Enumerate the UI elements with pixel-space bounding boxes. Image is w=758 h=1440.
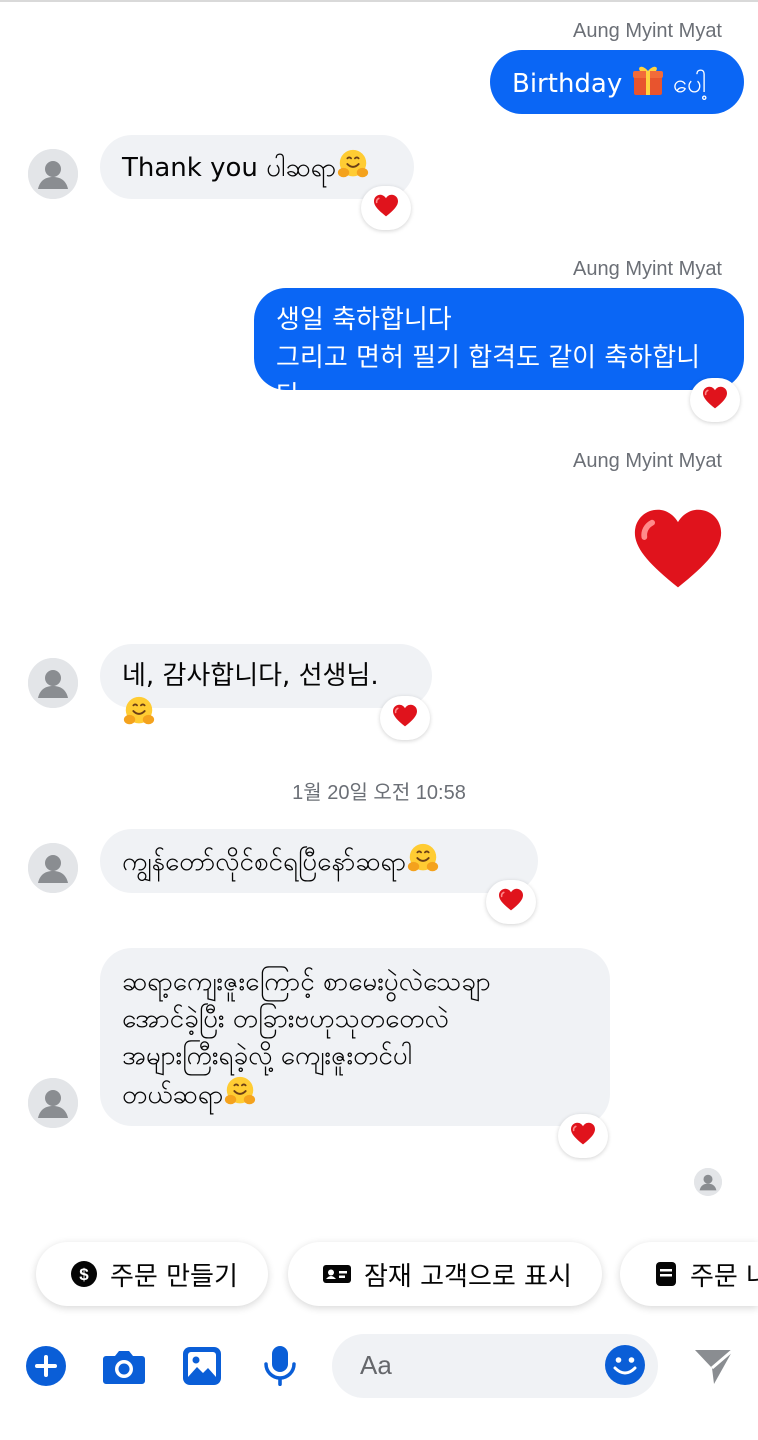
camera-icon (102, 1346, 146, 1390)
chip-label: 주문 만들기 (110, 1261, 238, 1292)
microphone-button[interactable] (256, 1344, 304, 1392)
hugging-face-icon (406, 842, 440, 887)
message-text: 네, 감사합니다, 선생님. (122, 661, 379, 691)
heart-icon (392, 704, 418, 732)
send-button[interactable] (690, 1344, 738, 1392)
sender-name: Aung Myint Myat (573, 258, 722, 280)
sender-name: Aung Myint Myat (573, 450, 722, 472)
heart-reaction[interactable] (690, 378, 740, 422)
mark-as-lead-button[interactable]: 잠재 고객으로 표시 (288, 1242, 602, 1306)
heart-reaction[interactable] (380, 696, 430, 740)
heart-icon (498, 888, 524, 916)
gallery-button[interactable] (178, 1344, 226, 1392)
heart-icon (570, 1122, 596, 1150)
plus-button[interactable] (22, 1344, 70, 1392)
order-chip[interactable]: 주문 나 (620, 1242, 758, 1306)
dollar-circle-icon: $ (70, 1260, 98, 1288)
incoming-message[interactable]: ဆရာ့ကျေးဇူးကြောင့် စာမေးပွဲလဲသေချာ အောင်… (100, 948, 610, 1126)
message-text: ဆရာ့ကျေးဇူးကြောင့် စာမေးပွဲလဲသေချာ အောင်… (122, 967, 491, 1110)
camera-button[interactable] (100, 1344, 148, 1392)
message-text: Thank you ပါဆရာ (122, 153, 337, 183)
avatar[interactable] (28, 149, 78, 199)
timestamp: 1월 20일 오전 10:58 (292, 782, 466, 804)
document-icon (654, 1261, 678, 1287)
message-text-suffix: ပေါ့ (672, 69, 707, 99)
contact-card-icon (322, 1262, 352, 1286)
image-icon (181, 1345, 223, 1391)
sender-name: Aung Myint Myat (573, 20, 722, 42)
hugging-face-icon (223, 1075, 257, 1120)
outgoing-message[interactable]: Birthday ပေါ့ (490, 50, 744, 114)
avatar[interactable] (28, 843, 78, 893)
outgoing-message[interactable]: 생일 축하합니다 그리고 면허 필기 합격도 같이 축하합니다 (254, 288, 744, 411)
chip-label: 잠재 고객으로 표시 (364, 1261, 572, 1292)
large-heart-icon[interactable] (632, 506, 724, 598)
heart-reaction[interactable] (361, 186, 411, 230)
incoming-message[interactable]: ကျွန်တော်လိုင်စင်ရပြီနော်ဆရာ (100, 829, 538, 893)
message-text: 생일 축하합니다 그리고 면허 필기 합격도 같이 축하합니다 (276, 305, 701, 411)
heart-icon (373, 194, 399, 222)
heart-reaction[interactable] (558, 1114, 608, 1158)
hugging-face-icon (122, 695, 156, 740)
incoming-message[interactable]: 네, 감사합니다, 선생님. (100, 644, 432, 708)
emoji-icon[interactable] (604, 1344, 646, 1390)
message-input[interactable]: Aa (332, 1334, 658, 1398)
avatar[interactable] (28, 1078, 78, 1128)
create-order-button[interactable]: $ 주문 만들기 (36, 1242, 268, 1306)
avatar[interactable] (28, 658, 78, 708)
chip-label: 주문 나 (690, 1261, 758, 1292)
heart-reaction[interactable] (486, 880, 536, 924)
message-placeholder: Aa (360, 1350, 392, 1380)
svg-text:$: $ (79, 1265, 89, 1284)
top-divider (0, 0, 758, 2)
incoming-message[interactable]: Thank you ပါဆရာ (100, 135, 414, 199)
hugging-face-icon (336, 148, 370, 193)
message-composer: Aa (0, 1330, 758, 1440)
plus-icon (24, 1344, 68, 1392)
seen-avatar (694, 1168, 722, 1196)
message-text: Birthday (512, 69, 623, 99)
gift-icon (631, 63, 665, 108)
heart-icon (702, 386, 728, 414)
microphone-icon (261, 1344, 299, 1392)
message-text: ကျွန်တော်လိုင်စင်ရပြီနော်ဆရာ (122, 847, 407, 877)
send-icon (692, 1346, 736, 1390)
